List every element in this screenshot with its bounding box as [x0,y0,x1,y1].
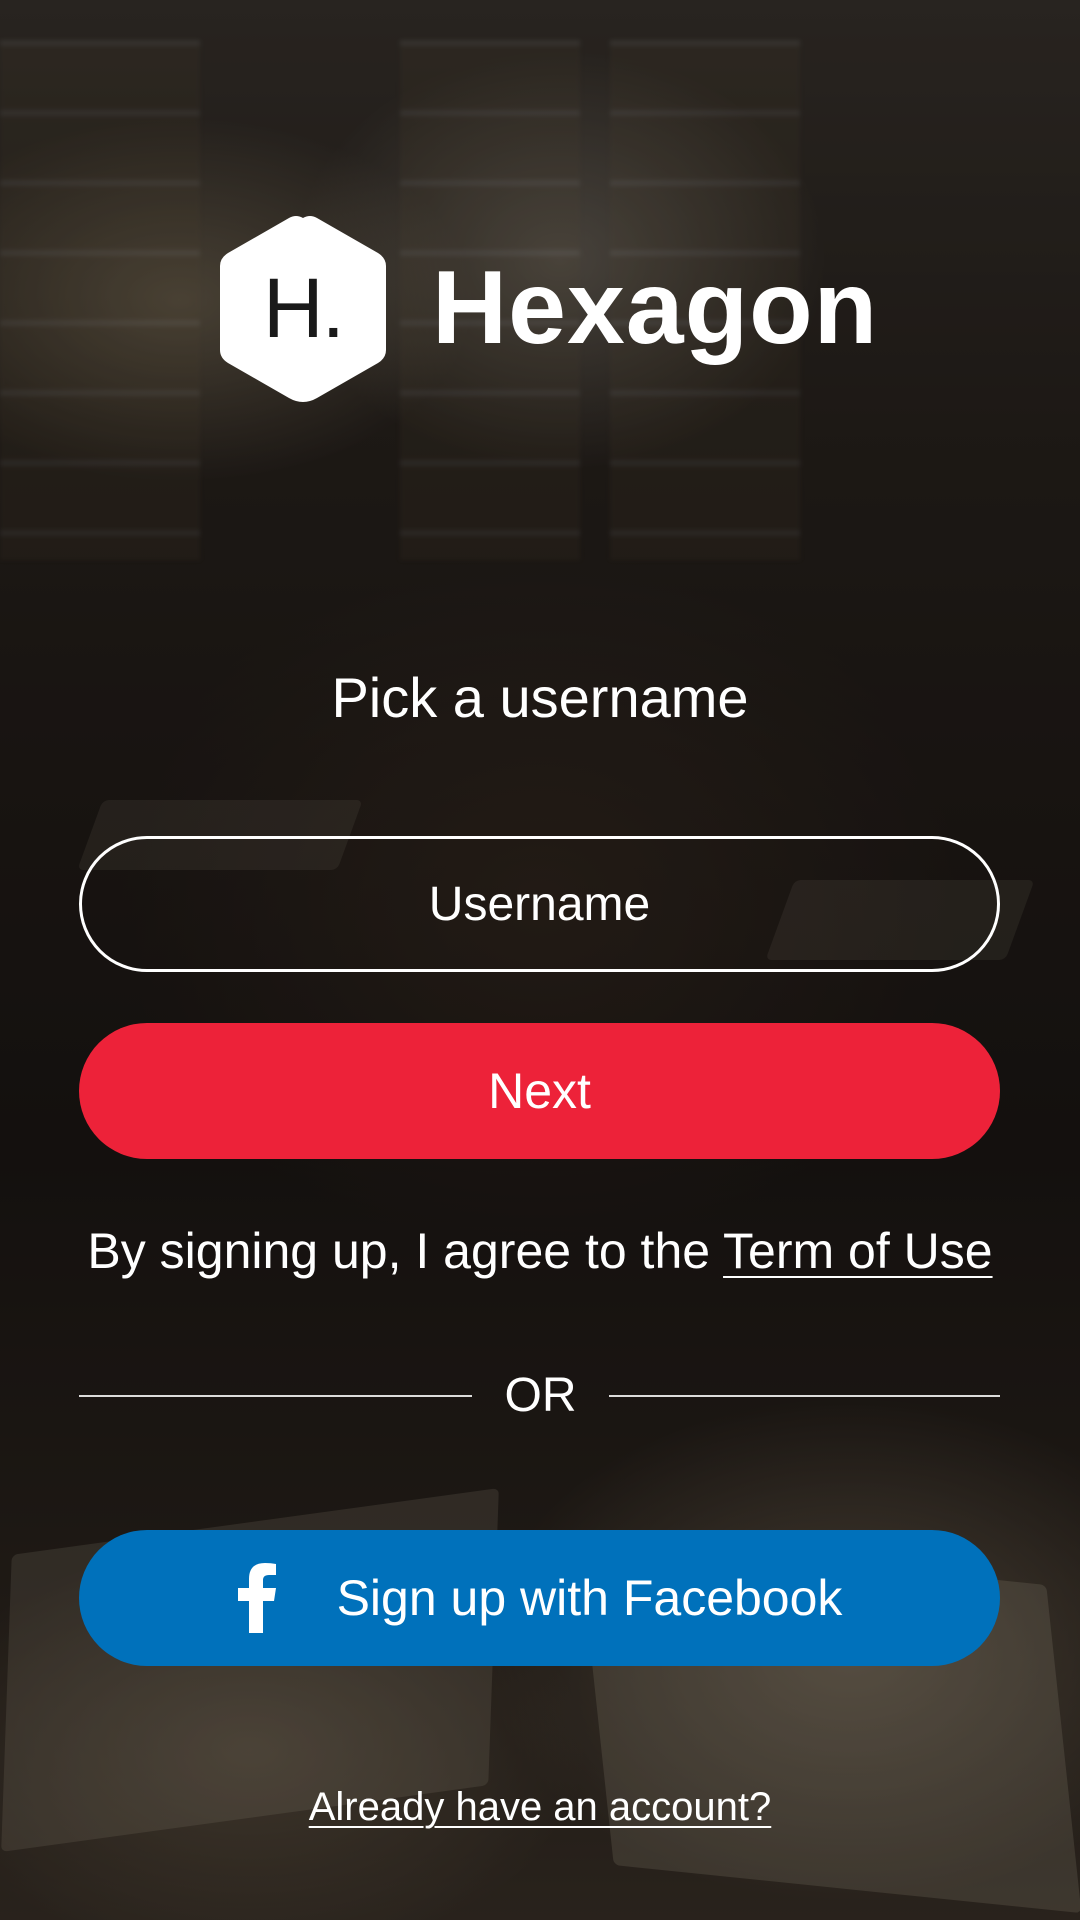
page-title: Pick a username [331,666,749,729]
hexagon-logo-icon: H. [218,214,388,402]
login-link[interactable]: Already have an account? [309,1785,772,1829]
next-button[interactable]: Next [79,1023,1000,1159]
facebook-icon [237,1563,277,1633]
facebook-button-label: Sign up with Facebook [336,1570,843,1626]
terms-prefix: By signing up, I agree to the [87,1223,724,1279]
divider-line-left [79,1395,472,1397]
next-button-label: Next [488,1063,591,1119]
or-label: OR [504,1369,577,1422]
or-divider: OR [79,1366,1000,1426]
terms-of-use-link[interactable]: Term of Use [723,1223,993,1279]
brand-name: Hexagon [432,249,879,366]
username-input[interactable] [79,836,1000,972]
app-logo: H. Hexagon [218,214,878,402]
signup-screen: H. Hexagon Pick a username Next By signi… [0,0,1080,1920]
facebook-signup-button[interactable]: Sign up with Facebook [79,1530,1000,1666]
logo-letter: H. [263,260,345,355]
terms-notice: By signing up, I agree to the Term of Us… [0,1222,1080,1280]
divider-line-right [609,1395,1000,1397]
login-link-container: Already have an account? [0,1785,1080,1830]
